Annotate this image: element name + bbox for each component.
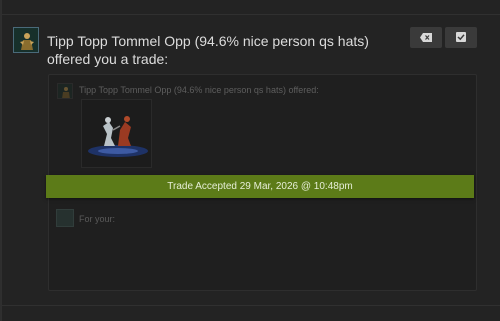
- checkbox-icon: [456, 29, 466, 47]
- taunt-item-icon: [82, 100, 151, 167]
- for-your-label: For your:: [79, 214, 116, 224]
- offered-item-slot[interactable]: [81, 99, 152, 168]
- sender-avatar[interactable]: [13, 27, 39, 53]
- bottom-divider: [2, 305, 500, 306]
- offerer-avatar: [57, 83, 73, 99]
- trade-notification-panel: Tipp Topp Tommel Opp (94.6% nice person …: [1, 0, 500, 321]
- top-divider: [2, 14, 500, 15]
- mark-read-button[interactable]: [445, 27, 477, 48]
- offered-items-label: Tipp Topp Tommel Opp (94.6% nice person …: [79, 85, 319, 95]
- dismiss-tag-icon: [420, 29, 432, 47]
- trade-offer-headline: Tipp Topp Tommel Opp (94.6% nice person …: [47, 33, 369, 67]
- dismiss-button[interactable]: [410, 27, 442, 48]
- trade-status-banner: Trade Accepted 29 Mar, 2026 @ 10:48pm: [46, 175, 474, 198]
- your-avatar: [56, 209, 74, 227]
